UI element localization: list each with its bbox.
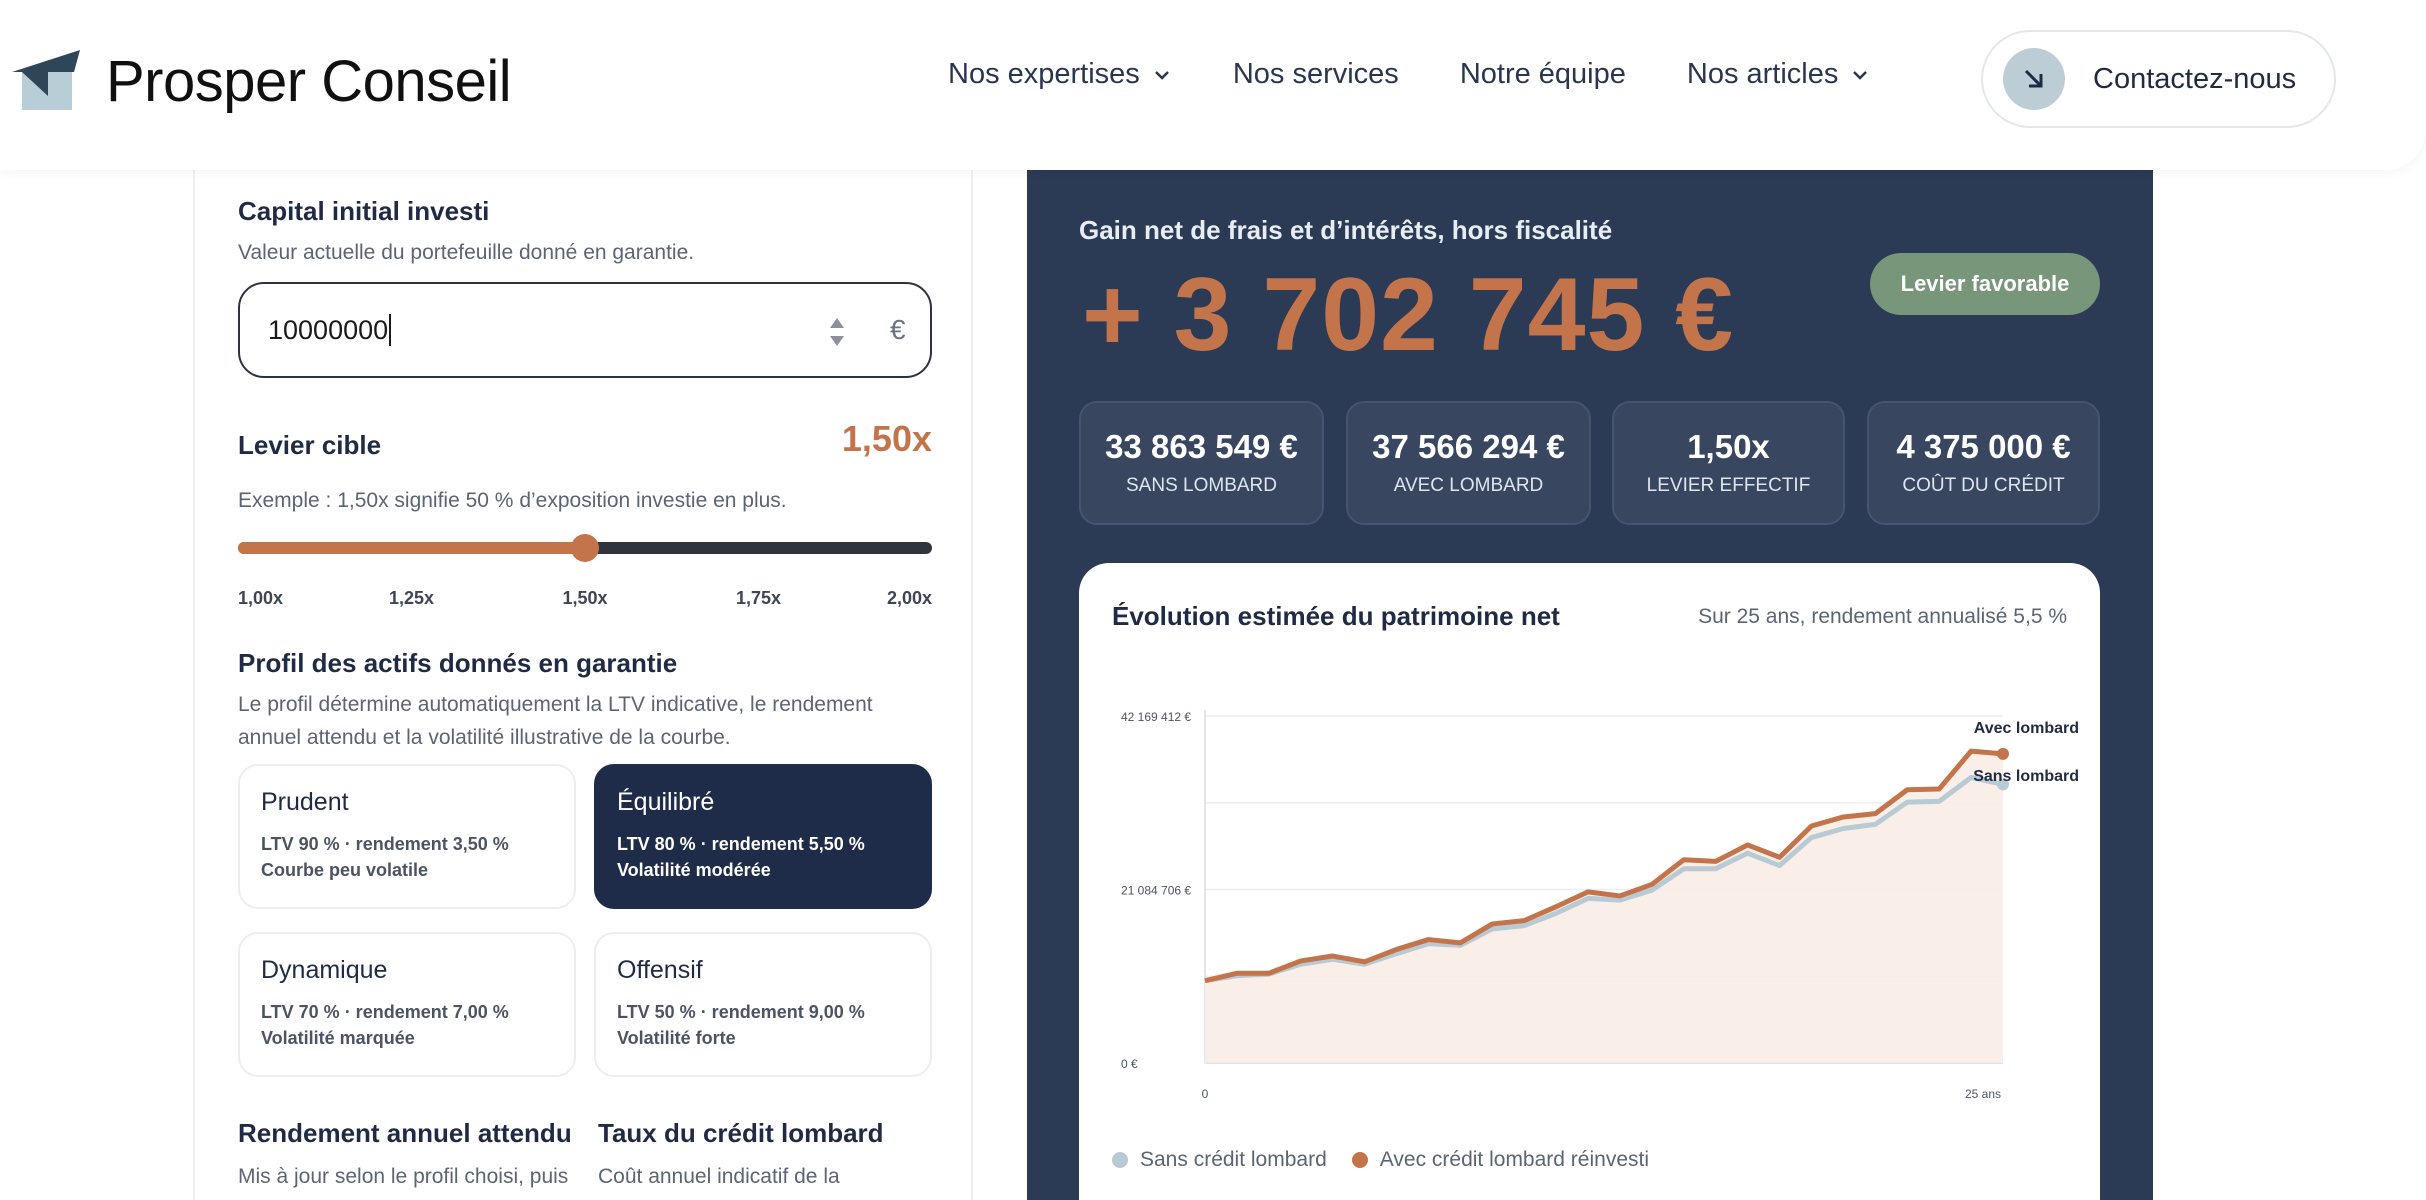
tick-label: 1,75x: [735, 588, 782, 608]
stat-label: Avec lombard: [1393, 475, 1544, 496]
series-end-point-avec: [1997, 747, 2009, 760]
slider-thumb[interactable]: [571, 534, 599, 562]
profile-details: LTV 70 % · rendement 7,00 %: [261, 1002, 509, 1022]
avec-area: [1205, 751, 2003, 1063]
x-tick-label: 25 ans: [1965, 1087, 2001, 1101]
text-caret: [389, 314, 392, 346]
profile-card-dynamique[interactable]: Dynamique LTV 70 % · rendement 7,00 % Vo…: [238, 932, 576, 1077]
y-tick-label: 42 169 412 €: [1121, 710, 1191, 724]
profile-card-offensif[interactable]: Offensif LTV 50 % · rendement 9,00 % Vol…: [594, 932, 932, 1077]
nav-label: Nos expertises: [948, 58, 1140, 90]
paper-plane-logo: [12, 50, 80, 110]
capital-input[interactable]: 10000000 €: [238, 282, 932, 378]
capital-input-value: 10000000: [268, 314, 389, 345]
tick-label: 1,25x: [388, 588, 435, 608]
tick-label: 1,00x: [238, 588, 284, 608]
slider-fill: [238, 542, 585, 554]
chart-legend: Sans crédit lombard Avec crédit lombard …: [1112, 1148, 1674, 1172]
capital-subtitle: Valeur actuelle du portefeuille donné en…: [238, 241, 695, 264]
stat-value: 4 375 000 €: [1896, 428, 2071, 465]
end-label-avec: Avec lombard: [1974, 720, 2079, 737]
nav-item-expertises[interactable]: Nos expertises: [948, 58, 1172, 91]
stat-card-levier: 1,50x Levier effectif: [1612, 401, 1845, 525]
chevron-down-icon: [1853, 70, 1868, 80]
profile-volatility: Volatilité marquée: [261, 1028, 415, 1048]
brand-logo[interactable]: Prosper Conseil: [12, 46, 512, 116]
currency-symbol: €: [890, 314, 906, 345]
stat-label: Sans lombard: [1126, 475, 1277, 496]
site-header: Prosper Conseil Nos expertises Nos servi…: [0, 0, 2426, 170]
nav-item-equipe[interactable]: Notre équipe: [1460, 58, 1626, 91]
stat-label: Coût du crédit: [1902, 475, 2065, 496]
legend-swatch: [1112, 1152, 1128, 1168]
y-tick-label: 0 €: [1121, 1057, 1138, 1071]
stat-value: 37 566 294 €: [1372, 428, 1565, 465]
profile-name: Offensif: [617, 956, 703, 984]
profile-title: Profil des actifs donnés en garantie: [238, 648, 678, 678]
legend-label: Avec crédit lombard réinvesti: [1379, 1148, 1649, 1171]
profile-volatility: Courbe peu volatile: [261, 860, 429, 880]
results-heading: Gain net de frais et d’intérêts, hors fi…: [1079, 215, 1613, 245]
rate-subtitle: Coût annuel indicatif de la: [598, 1165, 840, 1188]
wealth-line-chart: 42 169 412 € 21 084 706 € 0 € 0 25 ans Avec l…: [1121, 710, 2079, 1101]
legend-swatch: [1351, 1152, 1368, 1168]
legend-item-sans: Sans crédit lombard: [1112, 1148, 1327, 1172]
nav-item-services[interactable]: Nos services: [1233, 58, 1399, 91]
wealth-chart-card: Évolution estimée du patrimoine net Sur …: [1079, 563, 2100, 1200]
leverage-slider[interactable]: [238, 534, 932, 562]
tick-label: 2,00x: [886, 588, 932, 608]
end-label-sans: Sans lombard: [1973, 768, 2079, 785]
nav-label: Nos articles: [1686, 58, 1839, 90]
profile-volatility: Volatilité modérée: [617, 860, 771, 880]
net-gain-value: + 3 702 745 €: [1082, 257, 1735, 373]
profile-card-equilibre[interactable]: Équilibré LTV 80 % · rendement 5,50 % Vo…: [594, 764, 932, 909]
profile-details: LTV 90 % · rendement 3,50 %: [261, 834, 509, 854]
profile-name: Prudent: [261, 788, 349, 816]
brand-name: Prosper Conseil: [106, 48, 512, 114]
capital-title: Capital initial investi: [238, 196, 490, 226]
return-title: Rendement annuel attendu: [238, 1118, 572, 1148]
x-tick-label: 0: [1202, 1087, 1209, 1101]
rate-title: Taux du crédit lombard: [598, 1118, 884, 1148]
stat-card-avec-lombard: 37 566 294 € Avec lombard: [1346, 401, 1591, 525]
contact-button[interactable]: Contactez-nous: [1981, 30, 2336, 128]
stat-value: 33 863 549 €: [1105, 428, 1298, 465]
stat-card-sans-lombard: 33 863 549 € Sans lombard: [1079, 401, 1324, 525]
y-tick-label: 21 084 706 €: [1121, 884, 1191, 898]
arrow-down-right-icon: [2003, 48, 2065, 110]
profile-details: LTV 80 % · rendement 5,50 %: [617, 834, 865, 854]
profile-volatility: Volatilité forte: [617, 1028, 736, 1048]
return-subtitle: Mis à jour selon le profil choisi, puis: [238, 1165, 569, 1188]
leverage-hint: Exemple : 1,50x signifie 50 % d’expositi…: [238, 489, 787, 512]
leverage-status-badge: Levier favorable: [1870, 253, 2100, 315]
profile-card-prudent[interactable]: Prudent LTV 90 % · rendement 3,50 % Cour…: [238, 764, 576, 909]
stat-value: 1,50x: [1687, 428, 1770, 465]
legend-item-avec: Avec crédit lombard réinvesti: [1351, 1148, 1649, 1172]
tick-label: 1,50x: [562, 588, 608, 608]
leverage-title: Levier cible: [238, 430, 382, 460]
profile-description: Le profil détermine automatiquement la L…: [238, 693, 873, 749]
profile-name: Dynamique: [261, 956, 388, 984]
main-nav: Nos expertises Nos services Notre équipe…: [948, 58, 1931, 91]
profile-name: Équilibré: [617, 788, 715, 816]
leverage-ticks: 1,00x 1,25x 1,50x 1,75x 2,00x: [238, 588, 932, 612]
chevron-down-icon: [1154, 70, 1169, 80]
spinner-arrows-icon[interactable]: [828, 314, 846, 350]
leverage-value: 1,50x: [841, 418, 932, 459]
contact-label: Contactez-nous: [2093, 62, 2297, 95]
legend-label: Sans crédit lombard: [1140, 1148, 1327, 1171]
results-panel: Gain net de frais et d’intérêts, hors fi…: [1027, 170, 2153, 1200]
nav-label: Nos services: [1232, 58, 1399, 90]
nav-item-articles[interactable]: Nos articles: [1687, 58, 1871, 91]
simulator-form: Capital initial investi Valeur actuelle …: [193, 170, 973, 1200]
stat-label: Levier effectif: [1646, 475, 1811, 496]
profile-details: LTV 50 % · rendement 9,00 %: [617, 1002, 865, 1022]
stat-card-cout-credit: 4 375 000 € Coût du crédit: [1867, 401, 2100, 525]
nav-label: Notre équipe: [1459, 58, 1626, 90]
